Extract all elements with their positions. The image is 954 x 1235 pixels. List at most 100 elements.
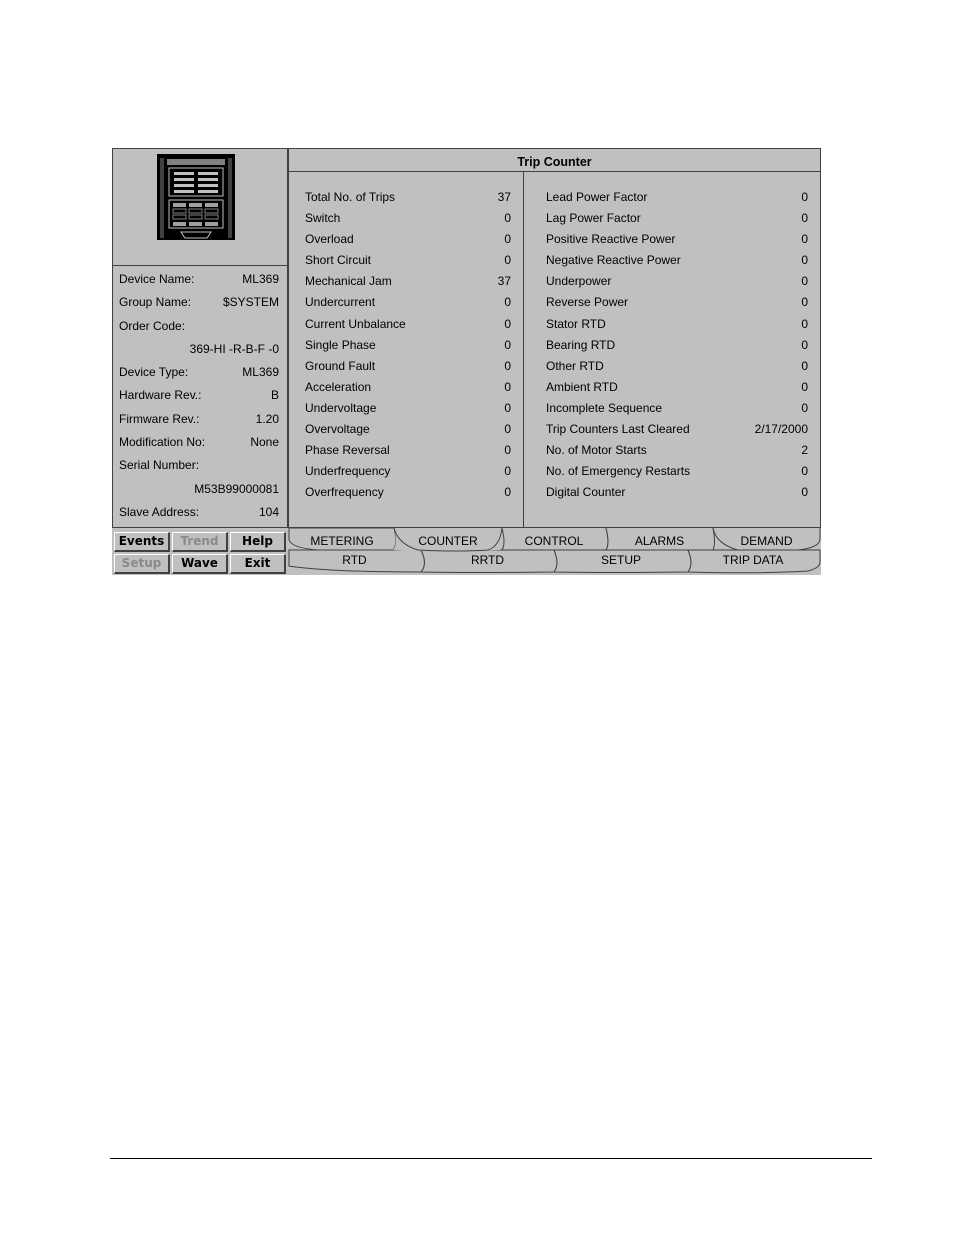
counter-value: 0 (801, 211, 808, 226)
tab-demand[interactable]: DEMAND (713, 534, 820, 548)
info-row-serial-number: Serial Number: (113, 454, 287, 477)
help-button[interactable]: Help (230, 532, 286, 552)
wave-button[interactable]: Wave (172, 554, 228, 574)
counter-value: 0 (801, 190, 808, 204)
tab-trip-data[interactable]: TRIP DATA (688, 553, 818, 567)
info-value: ML369 (242, 365, 279, 380)
info-label: Firmware Rev.: (119, 411, 200, 426)
tab-rrtd[interactable]: RRTD (421, 553, 554, 567)
counter-row: Overvoltage 0 (305, 419, 511, 440)
counter-label: Lag Power Factor (546, 211, 641, 226)
counter-label: Underfrequency (305, 464, 391, 479)
counter-row: Acceleration 0 (305, 377, 511, 398)
tab-rtd[interactable]: RTD (288, 553, 421, 567)
counter-value: 0 (801, 274, 808, 289)
tab-metering[interactable]: METERING (290, 534, 394, 548)
counter-label: Current Unbalance (305, 316, 406, 331)
counter-value: 0 (504, 337, 511, 352)
info-row-slave-address: Slave Address: 104 (113, 501, 287, 524)
setup-button[interactable]: Setup (114, 554, 170, 574)
counter-label: Acceleration (305, 379, 372, 394)
counter-row: Overload 0 (305, 229, 511, 250)
counter-value: 0 (504, 316, 511, 331)
counter-label: Negative Reactive Power (546, 253, 681, 268)
counter-value: 0 (801, 295, 808, 310)
counter-label: Ground Fault (305, 358, 376, 373)
info-row-serial-number-value: M53B99000081 (113, 478, 287, 501)
counter-label: Lead Power Factor (546, 190, 648, 204)
counter-row: Positive Reactive Power 0 (546, 229, 808, 250)
counter-value: 0 (504, 379, 511, 394)
device-info-list: Device Name: ML369 Group Name: $SYSTEM O… (113, 268, 287, 524)
counter-row: Other RTD 0 (546, 356, 808, 377)
device-image-box (113, 149, 287, 266)
counter-row: Mechanical Jam 37 (305, 271, 511, 292)
info-value: ML369 (242, 272, 279, 286)
info-value: None (250, 435, 279, 450)
info-label: Slave Address: (119, 504, 200, 519)
counter-label: Overfrequency (305, 485, 384, 500)
counter-label: Phase Reversal (305, 443, 390, 458)
info-value: $SYSTEM (222, 295, 279, 310)
counter-value: 0 (504, 443, 511, 458)
counter-label: Other RTD (546, 358, 604, 373)
counter-row: No. of Emergency Restarts 0 (546, 461, 808, 482)
counter-value: 37 (497, 190, 511, 204)
counter-row: Single Phase 0 (305, 335, 511, 356)
counter-row: Overfrequency 0 (305, 482, 511, 503)
counter-row: Trip Counters Last Cleared 2/17/2000 (546, 419, 808, 440)
tab-alarms[interactable]: ALARMS (606, 534, 713, 548)
trend-button[interactable]: Trend (172, 532, 228, 552)
counter-value: 0 (801, 232, 808, 247)
counter-row: Total No. of Trips 37 (305, 187, 511, 208)
counter-value: 0 (801, 400, 808, 415)
info-label: Order Code: (119, 318, 186, 333)
counter-label: Single Phase (305, 337, 376, 352)
counter-label: Stator RTD (546, 316, 606, 331)
counter-value: 2 (801, 443, 808, 458)
counter-row: Ground Fault 0 (305, 356, 511, 377)
counter-value: 0 (504, 358, 511, 373)
info-label: Device Name: (119, 272, 195, 286)
counters-right-column: Lead Power Factor 0 Lag Power Factor 0 Pos… (546, 187, 808, 503)
counter-label: Undercurrent (305, 295, 376, 310)
events-button[interactable]: Events (114, 532, 170, 552)
panel-title: Trip Counter (289, 149, 820, 172)
counter-row: Undercurrent 0 (305, 292, 511, 313)
counter-row: Ambient RTD 0 (546, 377, 808, 398)
info-label: Group Name: (119, 295, 192, 310)
counter-value: 0 (504, 400, 511, 415)
counter-value: 0 (801, 316, 808, 331)
info-row-device-name: Device Name: ML369 (113, 268, 287, 291)
info-row-order-code-value: 369-HI -R-B-F -0 (113, 338, 287, 361)
tab-control[interactable]: CONTROL (502, 534, 606, 548)
counter-label: Digital Counter (546, 485, 626, 500)
counter-value: 0 (504, 232, 511, 247)
counter-label: Undervoltage (305, 400, 377, 415)
counter-row: Bearing RTD 0 (546, 335, 808, 356)
info-row-modification-no: Modification No: None (113, 431, 287, 454)
info-label: Device Type: (119, 365, 189, 380)
counter-row: Undervoltage 0 (305, 398, 511, 419)
counter-value: 0 (504, 422, 511, 437)
counter-label: Positive Reactive Power (546, 232, 676, 247)
tab-setup[interactable]: SETUP (554, 553, 688, 567)
tab-counter[interactable]: COUNTER (394, 534, 502, 548)
counter-value: 0 (801, 337, 808, 352)
exit-button[interactable]: Exit (230, 554, 286, 574)
counter-row: Short Circuit 0 (305, 250, 511, 271)
info-value: M53B99000081 (194, 481, 279, 496)
relay-device-icon (157, 154, 235, 240)
info-value: B (270, 388, 279, 403)
counter-label: Bearing RTD (546, 337, 616, 352)
counter-label: Total No. of Trips (305, 190, 396, 204)
counter-label: Reverse Power (546, 295, 629, 310)
counter-value: 0 (801, 464, 808, 479)
counter-row: Lag Power Factor 0 (546, 208, 808, 229)
info-row-group-name: Group Name: $SYSTEM (113, 291, 287, 314)
counter-row: Underfrequency 0 (305, 461, 511, 482)
counter-value: 2/17/2000 (754, 422, 808, 437)
info-row-firmware-rev: Firmware Rev.: 1.20 (113, 408, 287, 431)
counter-label: Switch (305, 211, 341, 226)
info-row-device-type: Device Type: ML369 (113, 361, 287, 384)
